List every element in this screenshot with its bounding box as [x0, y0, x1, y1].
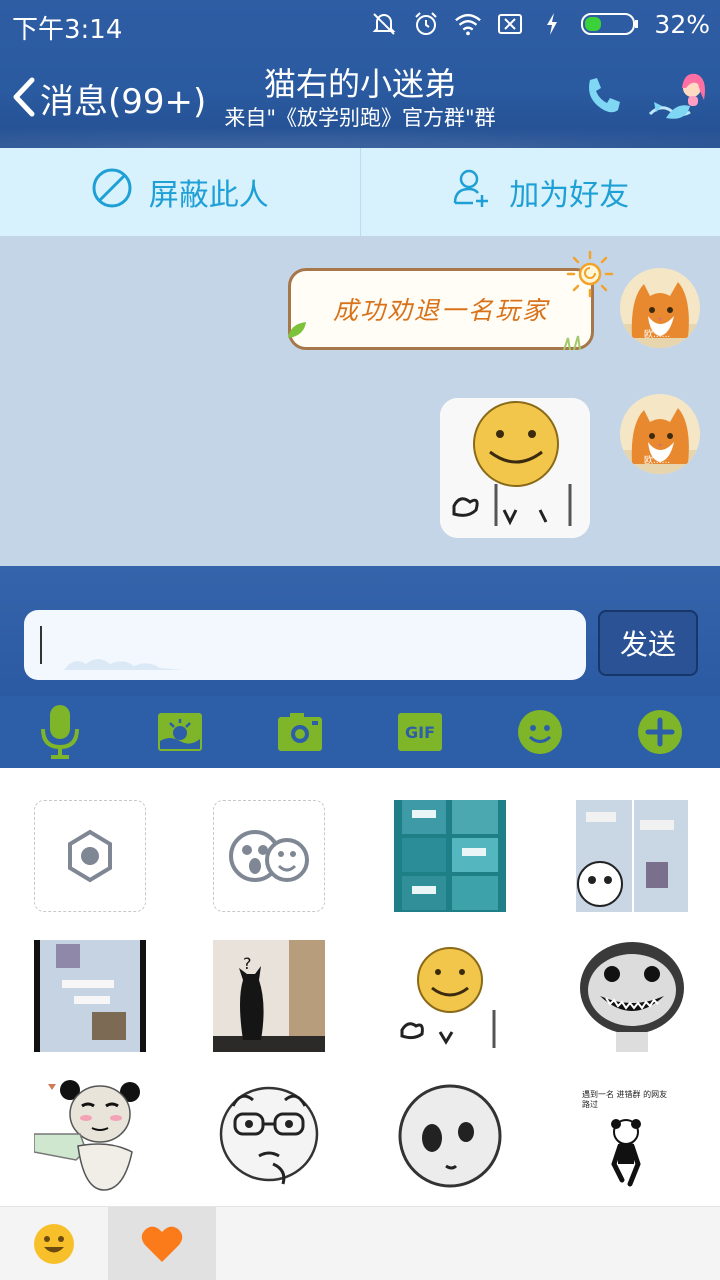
charging-icon [538, 10, 566, 38]
sticker-settings-button[interactable] [34, 800, 146, 912]
message-input[interactable] [24, 610, 586, 680]
grass-decoration-icon [560, 334, 588, 351]
round-face-meme-sticker [394, 1080, 506, 1192]
glasses-meme-sticker [213, 1080, 325, 1192]
camera-icon[interactable] [270, 702, 330, 762]
heart-tab-icon [141, 1226, 183, 1262]
status-icons: 32% [370, 8, 710, 40]
black-cat-sticker [213, 940, 325, 1052]
back-button[interactable]: 消息(99+) [10, 74, 206, 123]
mute-bell-icon [370, 10, 398, 38]
question-mark: ? [243, 954, 252, 973]
sticker-faces-button[interactable] [213, 800, 325, 912]
message-bubble-sticker[interactable] [440, 398, 590, 538]
wifi-icon [454, 10, 482, 38]
tab-favorites[interactable] [108, 1207, 216, 1280]
avatar[interactable]: 欧...... [620, 394, 700, 474]
gif-icon[interactable]: GIF [390, 702, 450, 762]
message-bubble-text[interactable]: 成功劝退一名玩家 [288, 268, 594, 350]
sticker-tab-bar [0, 1206, 720, 1280]
sticker-item[interactable]: ? [213, 940, 325, 1052]
smiley-meme-sticker [394, 940, 506, 1052]
page-subtitle: 来自"《放学别跑》官方群"群 [224, 106, 496, 130]
microphone-icon[interactable] [30, 702, 90, 762]
sun-decoration-icon [566, 250, 614, 298]
status-bar: 下午3:14 32% [0, 0, 720, 48]
text-caret [40, 626, 42, 664]
phone-icon[interactable] [580, 74, 624, 118]
block-user-label: 屏蔽此人 [148, 178, 269, 213]
add-person-icon [451, 167, 493, 217]
mermaid-avatar-icon[interactable] [646, 66, 712, 132]
leaf-decoration-icon [286, 320, 310, 340]
alarm-icon [412, 10, 440, 38]
status-time: 下午3:14 [12, 15, 123, 45]
sticker-item[interactable] [33, 1080, 146, 1192]
back-label: 消息(99+) [40, 82, 207, 122]
sticker-item[interactable] [213, 1080, 325, 1192]
avatar-caption: 欧...... [644, 330, 671, 340]
sticker-item[interactable] [394, 940, 506, 1052]
title-bar: 消息(99+) 猫右的小迷弟 来自"《放学别跑》官方群"群 [0, 48, 720, 148]
faces-icon [229, 830, 309, 882]
page-title: 猫右的小迷弟 [263, 65, 456, 103]
cloud-decoration-icon [64, 652, 184, 670]
sticker-item[interactable] [34, 940, 146, 1052]
composer: 发送 [0, 566, 720, 696]
grinning-meme-sticker [576, 940, 688, 1052]
chat-header: 下午3:14 32% 消息(99+) 猫右的小迷弟 来自"《放学别跑》官方群"群 [0, 0, 720, 148]
gif-label: GIF [404, 722, 435, 742]
image-icon[interactable] [150, 702, 210, 762]
profile-actions: 屏蔽此人 加为好友 [0, 148, 720, 236]
tab-smiley[interactable] [0, 1207, 108, 1280]
sticker-item[interactable] [394, 800, 506, 912]
emoji-icon[interactable] [510, 702, 570, 762]
chat-screenshot-panda-sticker [576, 800, 688, 912]
no-sim-icon [496, 10, 524, 38]
send-button[interactable]: 发送 [598, 610, 698, 676]
sticker-item[interactable]: 遇到一名 进错群 的网友路过 [576, 1080, 688, 1192]
panda-meme-sticker [33, 1080, 146, 1192]
avatar-caption: 欧...... [644, 456, 671, 466]
add-friend-button[interactable]: 加为好友 [361, 148, 720, 236]
sticker-panel: ? 遇到一名 进错群 的网友路过 [0, 768, 720, 1206]
sticker-item[interactable] [576, 940, 688, 1052]
title-block: 猫右的小迷弟 来自"《放学别跑》官方群"群 [200, 64, 520, 132]
battery-percent: 32% [654, 9, 710, 39]
block-icon [91, 167, 133, 217]
chat-screenshot-sticker-2 [34, 940, 146, 1052]
smiley-tab-icon [34, 1224, 74, 1264]
smiley-meme-sticker [440, 398, 590, 538]
battery-icon [580, 10, 640, 38]
chevron-left-icon [10, 77, 36, 121]
plus-icon[interactable] [630, 702, 690, 762]
settings-hex-icon [68, 829, 112, 883]
block-user-button[interactable]: 屏蔽此人 [0, 148, 361, 236]
avatar[interactable]: 欧...... [620, 268, 700, 348]
sticker-item[interactable] [576, 800, 688, 912]
message-text: 成功劝退一名玩家 [332, 296, 549, 325]
add-friend-label: 加为好友 [509, 178, 630, 213]
chat-area[interactable]: 成功劝退一名玩家 欧...... 欧...... [0, 236, 720, 566]
chat-screenshot-sticker [394, 800, 506, 912]
sticker-item[interactable] [394, 1080, 506, 1192]
sticker-caption: 遇到一名 进错群 的网友路过 [582, 1090, 668, 1109]
composer-toolbar: GIF [0, 696, 720, 768]
